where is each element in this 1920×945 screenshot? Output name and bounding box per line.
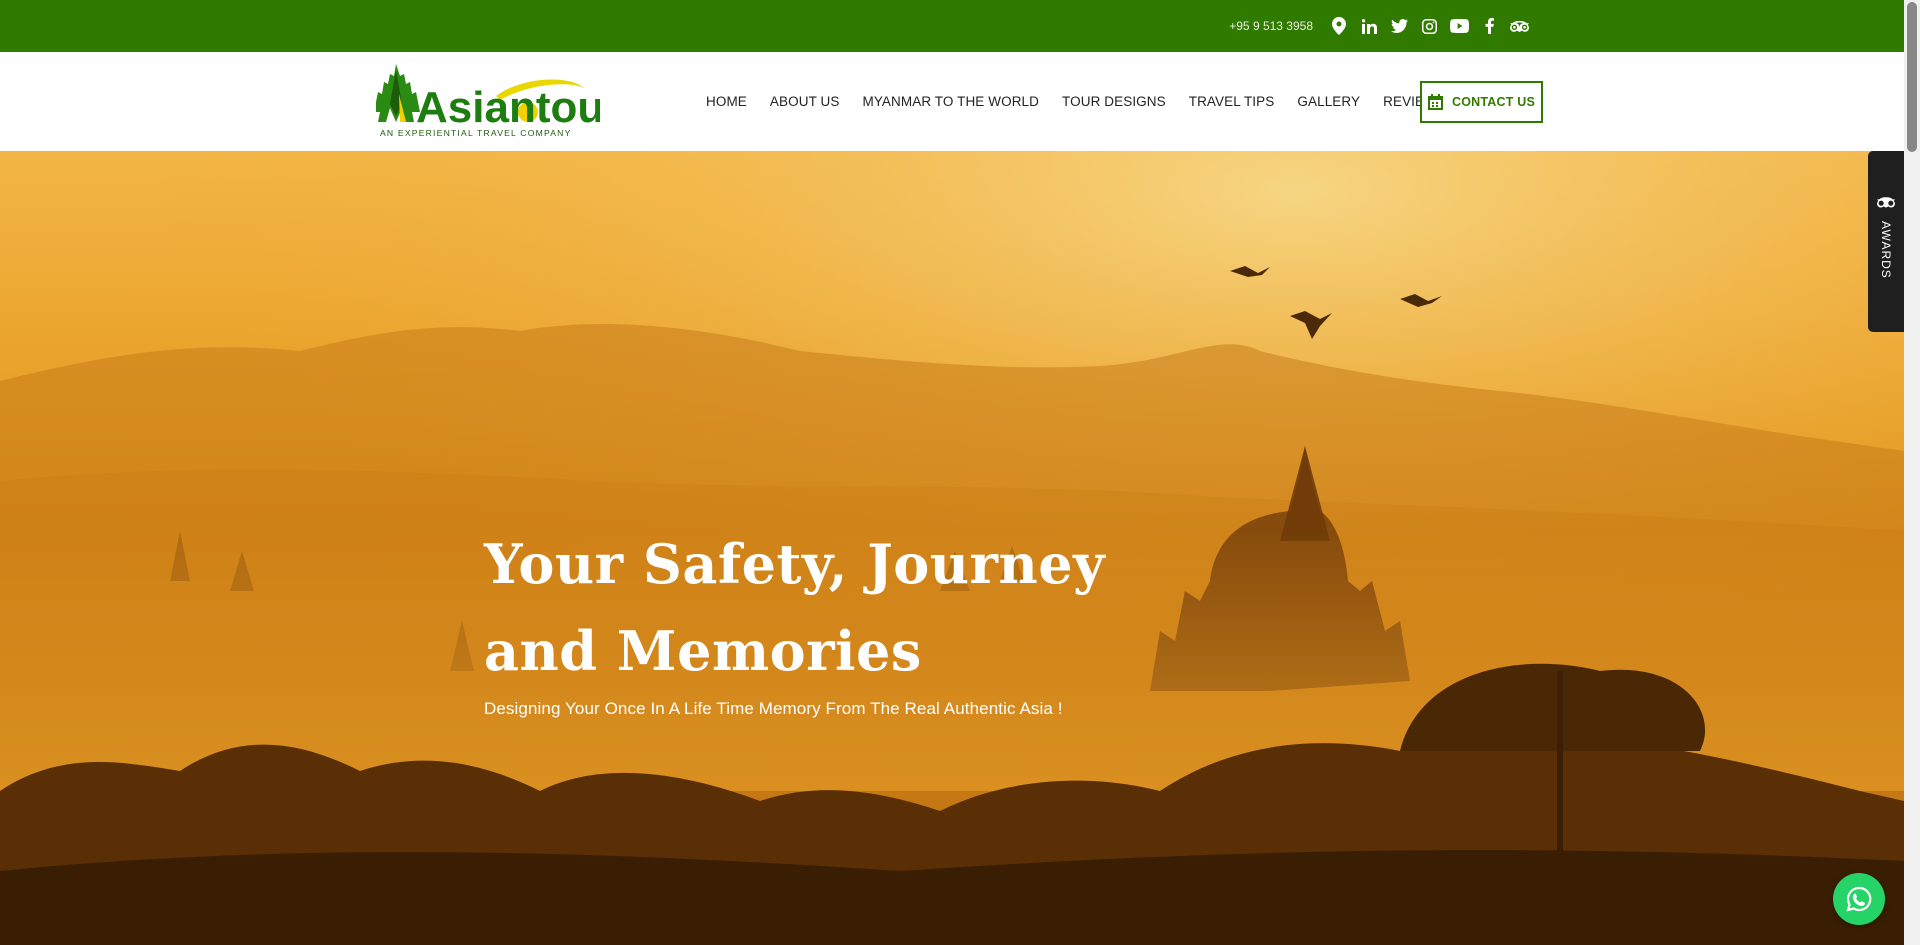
top-bar: +95 9 513 3958: [0, 0, 1904, 52]
contact-us-button[interactable]: CONTACT US: [1420, 81, 1543, 123]
phone-number[interactable]: +95 9 513 3958: [1229, 19, 1313, 33]
twitter-icon[interactable]: [1389, 16, 1409, 36]
awards-tab[interactable]: AWARDS: [1868, 151, 1904, 332]
brand-logo[interactable]: Asiantour AN EXPERIENTIAL TRAVEL COMPANY: [374, 64, 621, 140]
instagram-icon[interactable]: [1419, 16, 1439, 36]
location-icon[interactable]: [1329, 16, 1349, 36]
tripadvisor-icon[interactable]: [1509, 16, 1529, 36]
nav-myanmar-to-the-world[interactable]: MYANMAR TO THE WORLD: [862, 94, 1039, 109]
hero-title-line-2: and Memories: [484, 619, 922, 683]
whatsapp-icon: [1846, 886, 1872, 912]
facebook-icon[interactable]: [1479, 16, 1499, 36]
youtube-icon[interactable]: [1449, 16, 1469, 36]
whatsapp-button[interactable]: [1833, 873, 1885, 925]
page-scrollbar[interactable]: [1904, 0, 1920, 945]
nav-gallery[interactable]: GALLERY: [1297, 94, 1360, 109]
nav-about-us[interactable]: ABOUT US: [770, 94, 840, 109]
hero-title-line-1: Your Safety, Journey: [484, 532, 1105, 596]
nav-tour-designs[interactable]: TOUR DESIGNS: [1062, 94, 1166, 109]
scrollbar-thumb[interactable]: [1907, 2, 1917, 152]
contact-us-label: CONTACT US: [1451, 95, 1535, 109]
awards-label: AWARDS: [1879, 221, 1893, 279]
calendar-icon: [1427, 94, 1443, 110]
logo-tagline: AN EXPERIENTIAL TRAVEL COMPANY: [380, 128, 572, 138]
linkedin-icon[interactable]: [1359, 16, 1379, 36]
nav-travel-tips[interactable]: TRAVEL TIPS: [1189, 94, 1275, 109]
hero-title: Your Safety, Journey and Memories: [484, 521, 1184, 695]
tripadvisor-icon: [1877, 197, 1895, 208]
hero-subtitle: Designing Your Once In A Life Time Memor…: [484, 699, 1063, 718]
logo-text: Asiantour: [416, 83, 600, 132]
nav-home[interactable]: HOME: [706, 94, 747, 109]
main-nav: HOME ABOUT US MYANMAR TO THE WORLD TOUR …: [706, 52, 1469, 151]
hero-banner: Your Safety, Journey and Memories Design…: [0, 151, 1904, 945]
site-header: Asiantour AN EXPERIENTIAL TRAVEL COMPANY…: [0, 52, 1904, 151]
